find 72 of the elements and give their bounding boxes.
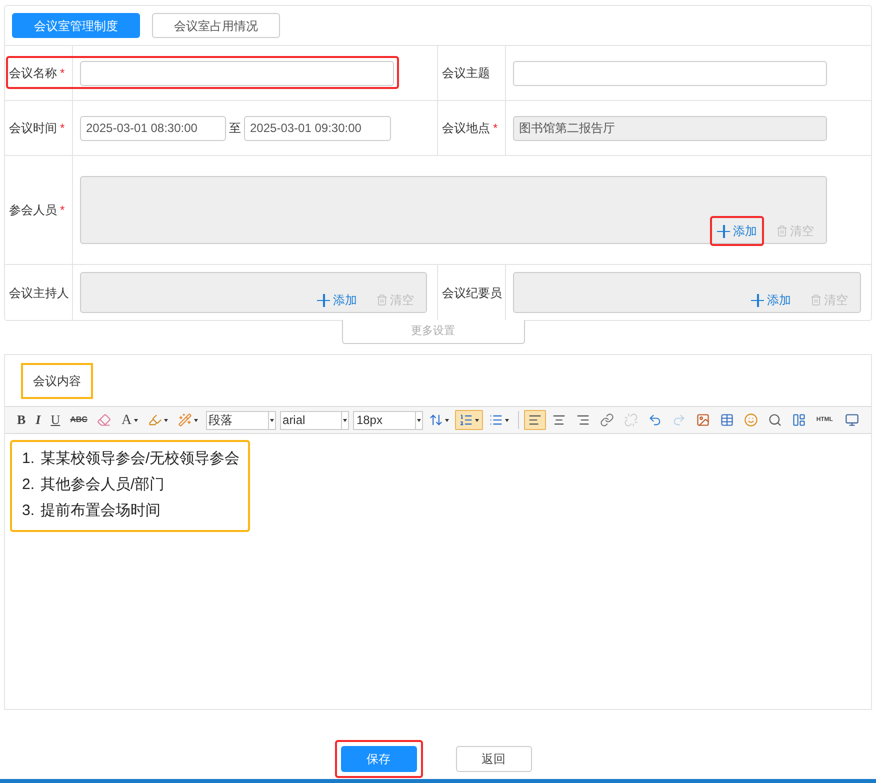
- range-separator: 至: [229, 120, 241, 137]
- toolbar-select[interactable]: 18px: [353, 410, 424, 430]
- format-button[interactable]: ABC: [66, 410, 92, 430]
- format-button[interactable]: U: [46, 410, 64, 430]
- plus-icon: [717, 224, 730, 238]
- content-tab[interactable]: 会议内容: [21, 362, 93, 398]
- toolbar-select[interactable]: arial: [280, 410, 350, 430]
- magic-wand-icon: [178, 413, 192, 427]
- trash-icon: [810, 294, 822, 306]
- caret-icon: [134, 418, 138, 422]
- list-number: 3.: [22, 501, 35, 521]
- caret-icon: [164, 418, 168, 422]
- emoji-icon: [744, 413, 758, 427]
- text-field[interactable]: [80, 60, 394, 86]
- field-label: 会议纪要员: [442, 284, 502, 302]
- field-label: 会议时间: [9, 120, 57, 137]
- field-label: 会议地点: [442, 120, 490, 137]
- trash-icon: [376, 294, 388, 306]
- redo-icon: [672, 413, 686, 427]
- highlighter-icon: [148, 413, 162, 427]
- toolbar-button[interactable]: [524, 410, 546, 430]
- field-label: 会议主持人: [9, 284, 69, 302]
- link-icon: [600, 413, 614, 427]
- search-icon: [768, 413, 782, 427]
- required-mark: *: [60, 65, 65, 82]
- align-left-icon: [528, 413, 542, 427]
- format-button[interactable]: I: [32, 410, 45, 430]
- caret-icon: [268, 412, 275, 428]
- unlink-icon: [624, 413, 638, 427]
- toolbar-button[interactable]: [455, 410, 484, 430]
- format-button[interactable]: B: [13, 410, 30, 430]
- plus-icon: [751, 294, 764, 306]
- text-field[interactable]: [513, 60, 827, 86]
- required-mark: *: [493, 120, 498, 137]
- trash-icon: [776, 225, 788, 237]
- field-label: 参会人员: [9, 202, 57, 219]
- caret-icon: [415, 412, 422, 428]
- toolbar-select[interactable]: 段落: [206, 410, 276, 430]
- caret-icon: [505, 418, 510, 422]
- add-button[interactable]: 添加: [744, 285, 798, 315]
- caret-icon: [475, 418, 480, 422]
- undo-icon: [648, 413, 662, 427]
- list-number: 1.: [22, 449, 35, 469]
- format-button[interactable]: A: [117, 410, 142, 430]
- list-number: 2.: [22, 475, 35, 495]
- date-field[interactable]: 2025-03-01 09:30:00: [244, 116, 391, 140]
- required-mark: *: [60, 202, 65, 219]
- add-button[interactable]: 添加: [310, 285, 364, 315]
- list-item-text: 某某校领导参会/无校领导参会: [40, 449, 240, 469]
- list-item-text: 其他参会人员/部门: [40, 475, 165, 495]
- caret-icon: [445, 418, 450, 422]
- plus-icon: [317, 294, 330, 306]
- table-icon: [720, 413, 734, 427]
- caret-icon: [194, 418, 198, 422]
- back-button[interactable]: 返回: [456, 746, 532, 772]
- preview-icon: [844, 413, 859, 427]
- eraser-icon: [97, 413, 112, 427]
- image-icon: [696, 413, 710, 427]
- line-height-icon: [429, 413, 444, 427]
- align-center-icon: [552, 413, 566, 427]
- add-button[interactable]: 添加: [710, 216, 764, 246]
- caret-icon: [341, 412, 348, 428]
- text-field[interactable]: 图书馆第二报告厅: [513, 116, 827, 140]
- align-right-icon: [576, 413, 590, 427]
- date-field[interactable]: 2025-03-01 08:30:00: [80, 116, 226, 140]
- list-item-text: 提前布置会场时间: [40, 501, 161, 521]
- ordered-list-icon: [459, 413, 474, 427]
- tab[interactable]: 会议室占用情况: [152, 13, 280, 38]
- field-label: 会议名称: [9, 65, 57, 82]
- field-label: 会议主题: [442, 65, 490, 82]
- required-mark: *: [60, 120, 65, 137]
- layout-icon: [792, 413, 806, 427]
